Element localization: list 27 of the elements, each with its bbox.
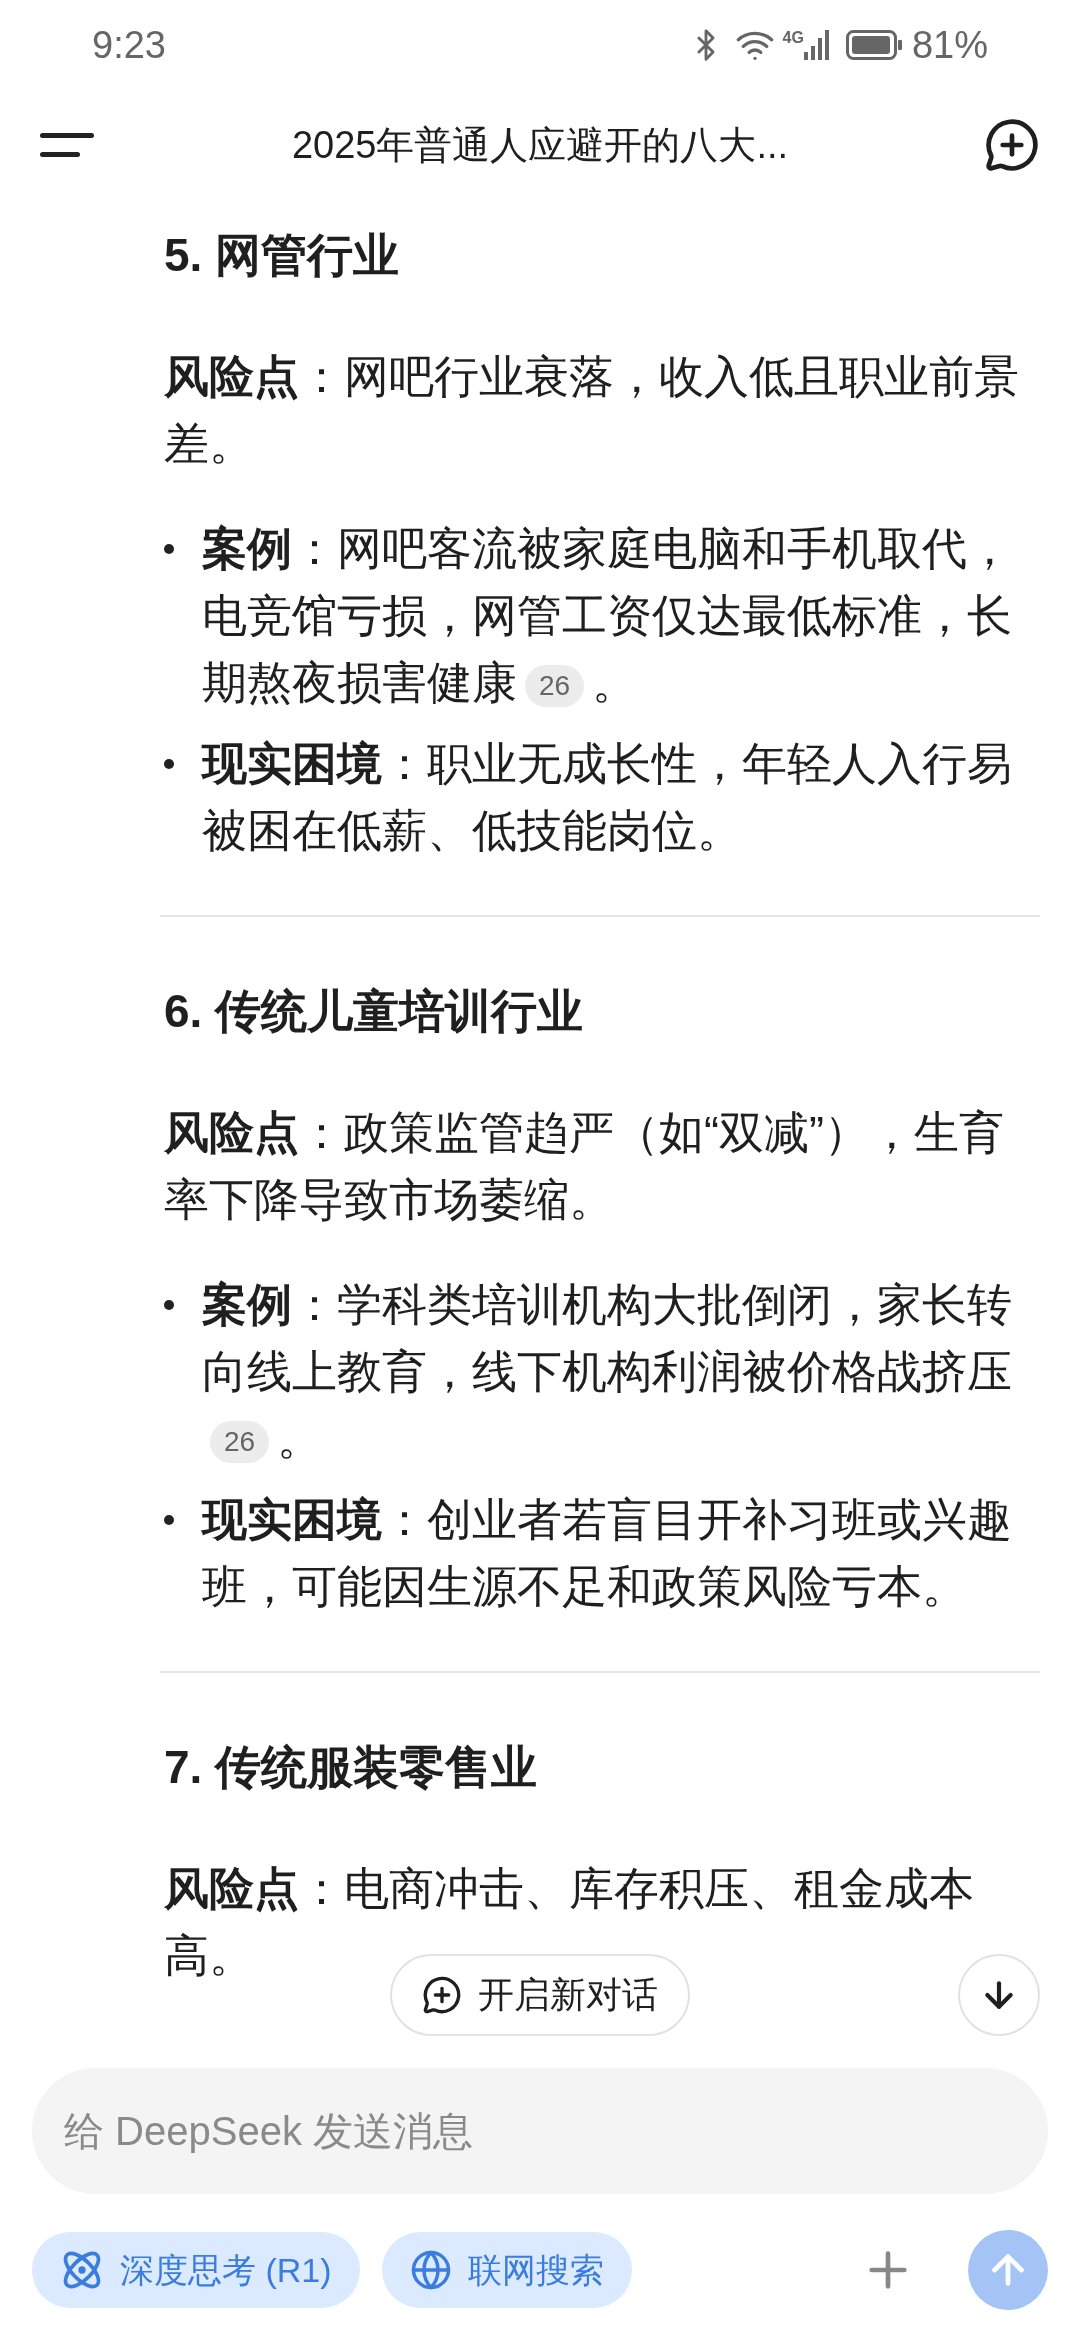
battery-icon bbox=[845, 30, 904, 60]
bullet-icon bbox=[164, 1515, 174, 1525]
signal-icon bbox=[803, 30, 830, 60]
citation-badge[interactable]: 26 bbox=[525, 665, 585, 708]
bullet-text: 现实困境：职业无成长性，年轻人入行易被困在低薪、低技能岗位。 bbox=[202, 737, 1013, 858]
bullet-text: 案例：网吧客流被家庭电脑和手机取代，电竞馆亏损，网管工资仅达最低标准，长期熬夜损害健康 26 。 bbox=[202, 522, 1013, 710]
toggle-chip[interactable]: 深度思考 (R1) bbox=[32, 2232, 360, 2308]
risk-text: 风险点：网吧行业衰落，收入低且职业前景差。 bbox=[164, 350, 1020, 471]
bullet-icon bbox=[164, 1300, 174, 1310]
bullet-text: 现实困境：创业者若盲目开补习班或兴趣班，可能因生源不足和政策风险亏本。 bbox=[202, 1493, 1013, 1614]
chat-plus-icon bbox=[422, 1975, 462, 2015]
battery-level: 81% bbox=[911, 22, 988, 68]
citation-badge[interactable]: 26 bbox=[210, 1421, 270, 1464]
new-chat-icon[interactable] bbox=[984, 117, 1040, 173]
network-label: 4G bbox=[782, 28, 804, 48]
bullet-icon bbox=[164, 759, 174, 769]
section-heading: 5. 网管行业 bbox=[164, 228, 401, 283]
status-time: 9:23 bbox=[92, 22, 166, 68]
section-heading: 7. 传统服装零售业 bbox=[164, 1740, 539, 1795]
toggle-chip[interactable]: 联网搜索 bbox=[381, 2232, 632, 2308]
section-heading: 6. 传统儿童培训行业 bbox=[164, 984, 585, 1039]
bullet-icon bbox=[164, 544, 174, 554]
chat-title: 2025年普通人应避开的八大... bbox=[290, 122, 790, 168]
message-input[interactable]: 给 DeepSeek 发送消息 bbox=[32, 2068, 1048, 2194]
globe-icon bbox=[409, 2249, 452, 2291]
risk-text: 风险点：政策监管趋严（如“双减”），生育率下降导致市场萎缩。 bbox=[164, 1106, 1005, 1227]
bullet-text: 案例：学科类培训机构大批倒闭，家长转向线上教育，线下机构利润被价格战挤压 26 。 bbox=[202, 1278, 1013, 1466]
